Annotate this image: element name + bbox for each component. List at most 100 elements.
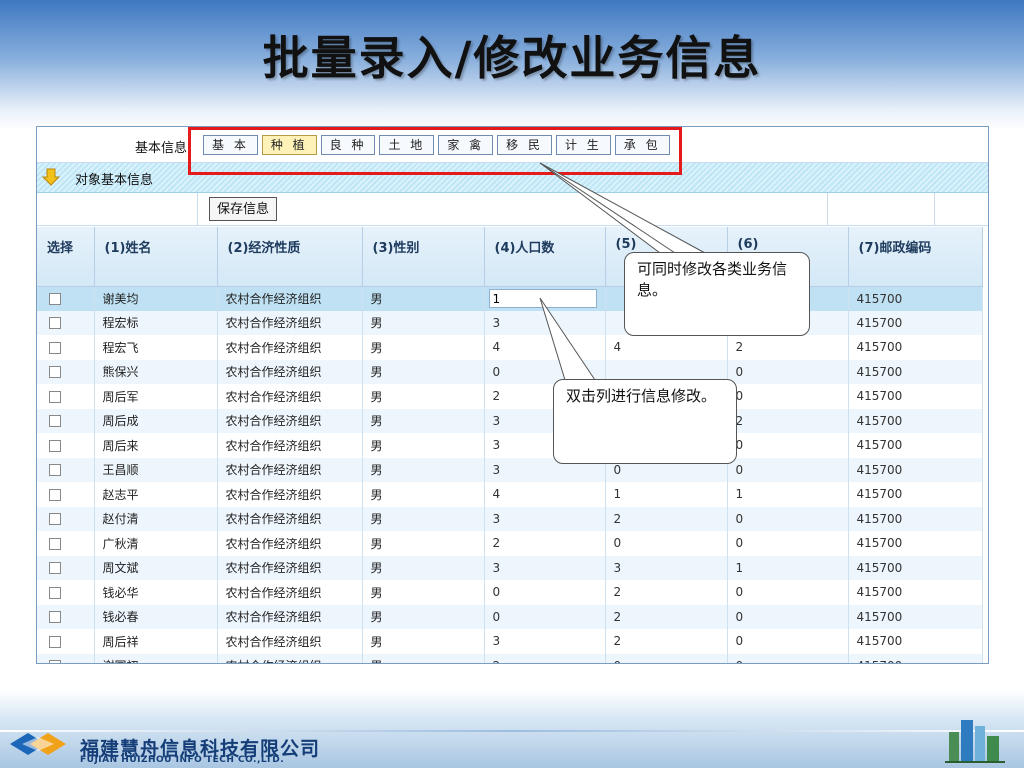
col5-cell[interactable]: 2 <box>605 580 728 605</box>
postcode-cell[interactable]: 415700 <box>848 286 983 311</box>
sex-cell[interactable]: 男 <box>362 653 485 663</box>
col6-cell[interactable]: 0 <box>727 506 849 531</box>
name-cell[interactable]: 周后成 <box>94 408 218 433</box>
name-cell[interactable]: 程宏标 <box>94 310 218 335</box>
postcode-cell[interactable]: 415700 <box>848 555 983 580</box>
economic-nature-cell[interactable]: 农村合作经济组织 <box>217 555 363 580</box>
table-row[interactable]: 谢美均农村合作经济组织男 415700 <box>37 286 983 311</box>
col5-cell[interactable]: 0 <box>605 653 728 663</box>
col5-cell[interactable]: 2 <box>605 604 728 629</box>
sex-cell[interactable]: 男 <box>362 286 485 311</box>
col6-cell[interactable]: 0 <box>727 531 849 556</box>
row-checkbox[interactable] <box>49 488 61 501</box>
row-checkbox[interactable] <box>49 611 61 624</box>
postcode-cell[interactable]: 415700 <box>848 482 983 507</box>
postcode-cell[interactable]: 415700 <box>848 310 983 335</box>
population-cell[interactable]: 4 <box>484 335 606 360</box>
col6-cell[interactable]: 0 <box>727 433 849 458</box>
sex-cell[interactable]: 男 <box>362 629 485 654</box>
name-cell[interactable]: 谢美均 <box>94 286 218 311</box>
table-row[interactable]: 王昌顺 农村合作经济组织男 3 0 0 415700 <box>37 457 983 482</box>
postcode-cell[interactable]: 415700 <box>848 604 983 629</box>
col5-cell[interactable]: 2 <box>605 506 728 531</box>
population-edit-input[interactable] <box>488 289 597 308</box>
population-cell[interactable]: 2 <box>484 653 606 663</box>
col6-cell[interactable]: 0 <box>727 384 849 409</box>
postcode-cell[interactable]: 415700 <box>848 629 983 654</box>
column-header-economic-nature[interactable]: (2)经济性质 <box>217 227 363 287</box>
col6-cell[interactable]: 0 <box>727 653 849 663</box>
economic-nature-cell[interactable]: 农村合作经济组织 <box>217 433 363 458</box>
table-row[interactable]: 周文斌 农村合作经济组织男 3 3 1 415700 <box>37 555 983 580</box>
sex-cell[interactable]: 男 <box>362 506 485 531</box>
row-checkbox[interactable] <box>49 513 61 526</box>
sex-cell[interactable]: 男 <box>362 555 485 580</box>
population-cell[interactable] <box>484 286 606 311</box>
postcode-cell[interactable]: 415700 <box>848 359 983 384</box>
economic-nature-cell[interactable]: 农村合作经济组织 <box>217 482 363 507</box>
name-cell[interactable]: 赵付清 <box>94 506 218 531</box>
population-cell[interactable]: 3 <box>484 629 606 654</box>
table-row[interactable]: 周后成 农村合作经济组织男 3 2 415700 <box>37 408 983 433</box>
name-cell[interactable]: 钱必春 <box>94 604 218 629</box>
economic-nature-cell[interactable]: 农村合作经济组织 <box>217 310 363 335</box>
name-cell[interactable]: 广秋清 <box>94 531 218 556</box>
economic-nature-cell[interactable]: 农村合作经济组织 <box>217 457 363 482</box>
postcode-cell[interactable]: 415700 <box>848 384 983 409</box>
postcode-cell[interactable]: 415700 <box>848 457 983 482</box>
table-row[interactable]: 谢国初农村合作经济组织男200415700 <box>37 653 983 663</box>
economic-nature-cell[interactable]: 农村合作经济组织 <box>217 359 363 384</box>
row-checkbox[interactable] <box>49 341 61 354</box>
table-row[interactable]: 赵付清 农村合作经济组织男 3 2 0 415700 <box>37 506 983 531</box>
column-header-population[interactable]: (4)人口数 <box>484 227 606 287</box>
population-cell[interactable]: 0 <box>484 604 606 629</box>
col6-cell[interactable]: 0 <box>727 580 849 605</box>
col6-cell[interactable]: 0 <box>727 604 849 629</box>
sex-cell[interactable]: 男 <box>362 310 485 335</box>
economic-nature-cell[interactable]: 农村合作经济组织 <box>217 384 363 409</box>
col5-cell[interactable]: 4 <box>605 335 728 360</box>
postcode-cell[interactable]: 415700 <box>848 580 983 605</box>
row-checkbox[interactable] <box>49 464 61 477</box>
name-cell[interactable]: 王昌顺 <box>94 457 218 482</box>
row-checkbox[interactable] <box>49 366 61 379</box>
table-row[interactable]: 钱必春 农村合作经济组织男 0 2 0 415700 <box>37 604 983 629</box>
table-row[interactable]: 程宏飞 农村合作经济组织男 4 4 2 415700 <box>37 335 983 360</box>
sex-cell[interactable]: 男 <box>362 408 485 433</box>
postcode-cell[interactable]: 415700 <box>848 506 983 531</box>
economic-nature-cell[interactable]: 农村合作经济组织 <box>217 506 363 531</box>
row-checkbox[interactable] <box>49 439 61 452</box>
economic-nature-cell[interactable]: 农村合作经济组织 <box>217 629 363 654</box>
postcode-cell[interactable]: 415700 <box>848 408 983 433</box>
population-cell[interactable]: 4 <box>484 482 606 507</box>
row-checkbox[interactable] <box>49 660 61 663</box>
name-cell[interactable]: 赵志平 <box>94 482 218 507</box>
name-cell[interactable]: 周后祥 <box>94 629 218 654</box>
postcode-cell[interactable]: 415700 <box>848 531 983 556</box>
table-row[interactable]: 广秋清 农村合作经济组织男 2 0 0 415700 <box>37 531 983 556</box>
name-cell[interactable]: 周后来 <box>94 433 218 458</box>
column-header-postcode[interactable]: (7)邮政编码 <box>848 227 983 287</box>
row-checkbox[interactable] <box>49 390 61 403</box>
save-button[interactable]: 保存信息 <box>209 197 278 221</box>
table-row[interactable]: 赵志平 农村合作经济组织男 4 1 1 415700 <box>37 482 983 507</box>
economic-nature-cell[interactable]: 农村合作经济组织 <box>217 408 363 433</box>
col5-cell[interactable]: 2 <box>605 629 728 654</box>
postcode-cell[interactable]: 415700 <box>848 433 983 458</box>
economic-nature-cell[interactable]: 农村合作经济组织 <box>217 531 363 556</box>
sex-cell[interactable]: 男 <box>362 482 485 507</box>
population-cell[interactable]: 3 <box>484 310 606 335</box>
economic-nature-cell[interactable]: 农村合作经济组织 <box>217 335 363 360</box>
economic-nature-cell[interactable]: 农村合作经济组织 <box>217 286 363 311</box>
postcode-cell[interactable]: 415700 <box>848 653 983 663</box>
col6-cell[interactable]: 0 <box>727 457 849 482</box>
row-checkbox[interactable] <box>49 293 61 305</box>
col6-cell[interactable]: 2 <box>727 408 849 433</box>
sex-cell[interactable]: 男 <box>362 433 485 458</box>
col5-cell[interactable]: 1 <box>605 482 728 507</box>
economic-nature-cell[interactable]: 农村合作经济组织 <box>217 580 363 605</box>
name-cell[interactable]: 周文斌 <box>94 555 218 580</box>
table-row[interactable]: 钱必华 农村合作经济组织男 0 2 0 415700 <box>37 580 983 605</box>
sex-cell[interactable]: 男 <box>362 604 485 629</box>
table-row[interactable]: 周后军 农村合作经济组织男 2 0 415700 <box>37 384 983 409</box>
